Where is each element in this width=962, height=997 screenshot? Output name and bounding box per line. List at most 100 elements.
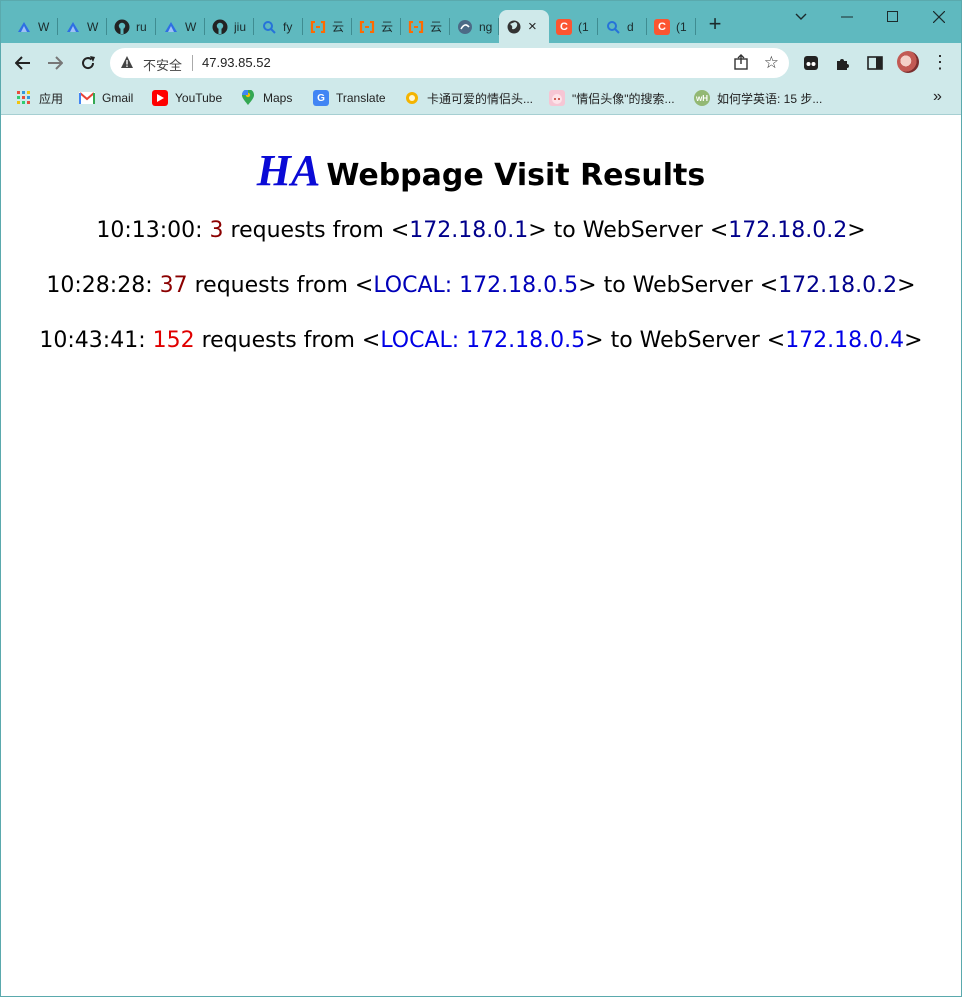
entry-time: 10:43:41: xyxy=(39,328,153,353)
back-arrow-icon[interactable] xyxy=(11,51,35,75)
extensions-puzzle-icon[interactable] xyxy=(833,53,853,73)
tab[interactable]: 云 xyxy=(401,10,450,43)
bookmark-label: Maps xyxy=(263,91,293,105)
reload-icon[interactable] xyxy=(76,51,100,75)
tab-title: ru xyxy=(136,19,147,34)
aliyun-icon xyxy=(408,19,424,35)
browser-toolbar: 不安全 47.93.85.52 ☆ ⋮ xyxy=(1,43,961,83)
share-icon[interactable] xyxy=(733,54,749,75)
entry-text: > xyxy=(897,273,916,298)
search-icon xyxy=(605,19,621,35)
tab-title: W xyxy=(87,19,99,34)
server-address: 172.18.0.4 xyxy=(785,328,905,353)
aliyun-icon xyxy=(359,19,375,35)
tab-title: (1 xyxy=(676,19,687,34)
visit-entry: 10:43:41: 152 requests from <LOCAL: 172.… xyxy=(1,328,961,353)
csdn-icon: C xyxy=(556,18,572,35)
server-address: 172.18.0.2 xyxy=(728,218,848,243)
tab-title: W xyxy=(38,19,50,34)
side-panel-icon[interactable] xyxy=(865,53,885,73)
entry-time: 10:28:28: xyxy=(46,273,160,298)
profile-avatar[interactable] xyxy=(897,51,919,73)
page-content: HA Webpage Visit Results 10:13:00: 3 requ… xyxy=(1,115,961,996)
minimize-icon[interactable] xyxy=(824,3,870,31)
tab[interactable]: d xyxy=(598,10,647,43)
bookmark-label: Gmail xyxy=(102,91,134,105)
translate-icon: G xyxy=(313,90,329,106)
bookmark-gmail[interactable]: Gmail xyxy=(79,89,133,107)
address-bar[interactable]: 不安全 47.93.85.52 ☆ xyxy=(110,48,789,78)
tab[interactable]: 云 xyxy=(352,10,401,43)
sun-icon xyxy=(404,90,420,106)
tab[interactable]: ru xyxy=(107,10,156,43)
tab[interactable]: W xyxy=(9,10,58,43)
gmail-icon xyxy=(79,90,95,106)
bookmark-label: Translate xyxy=(336,91,386,105)
warning-triangle-icon[interactable] xyxy=(120,55,134,74)
tab-separator xyxy=(695,18,696,35)
entry-text: requests from < xyxy=(223,218,410,243)
bookmark-apps[interactable]: 应用 xyxy=(16,89,63,107)
forward-arrow-icon[interactable] xyxy=(43,51,67,75)
tab-title: fy xyxy=(283,19,293,34)
browser-window: W W ru W jiu fy 云 云 云 ng × C (1 d C (1 +… xyxy=(0,0,962,997)
tab-title: 云 xyxy=(332,20,345,34)
ng-icon xyxy=(457,19,473,35)
page-title: HA Webpage Visit Results xyxy=(1,145,961,196)
youtube-icon xyxy=(152,90,168,106)
tab[interactable]: W xyxy=(58,10,107,43)
bookmark-maps[interactable]: Maps xyxy=(240,89,292,107)
github-icon xyxy=(114,19,130,35)
aliyun-icon xyxy=(310,19,326,35)
title-logo: HA xyxy=(256,146,321,195)
address-divider xyxy=(192,55,193,71)
entry-text: > to WebServer < xyxy=(528,218,729,243)
new-tab-button[interactable]: + xyxy=(704,13,726,37)
tab[interactable]: C (1 xyxy=(647,10,696,43)
entry-text: > to WebServer < xyxy=(585,328,786,353)
extension-tampermonkey-icon[interactable] xyxy=(801,53,821,73)
entry-time: 10:13:00: xyxy=(96,218,210,243)
triangle-logo-icon xyxy=(163,19,179,35)
bookmark-star-icon[interactable]: ☆ xyxy=(764,53,779,73)
tab[interactable]: W xyxy=(156,10,205,43)
bookmark-search[interactable]: "情侣头像"的搜索... xyxy=(549,89,675,107)
tab-title: ng xyxy=(479,19,493,34)
entry-text: > xyxy=(904,328,923,353)
tab-search-chevron-icon[interactable] xyxy=(778,3,824,31)
source-address: LOCAL: 172.18.0.5 xyxy=(373,273,579,298)
triangle-logo-icon xyxy=(65,19,81,35)
tab[interactable]: ng xyxy=(450,10,499,43)
bookmark-youtube[interactable]: YouTube xyxy=(152,89,222,107)
entry-text: > to WebServer < xyxy=(578,273,779,298)
source-address: 172.18.0.1 xyxy=(409,218,529,243)
tab-title: jiu xyxy=(234,19,247,34)
url-text[interactable]: 47.93.85.52 xyxy=(202,55,271,70)
tab[interactable]: fy xyxy=(254,10,303,43)
maximize-icon[interactable] xyxy=(870,3,916,31)
tab-strip: W W ru W jiu fy 云 云 云 ng × C (1 d C (1 + xyxy=(1,1,961,43)
tab[interactable]: jiu xyxy=(205,10,254,43)
bookmark-label: YouTube xyxy=(175,91,223,105)
globe-icon xyxy=(506,19,522,35)
bookmark-label: 应用 xyxy=(39,91,64,106)
tab[interactable]: 云 xyxy=(303,10,352,43)
tab[interactable]: C (1 xyxy=(549,10,598,43)
bookmark-wikihow[interactable]: wH 如何学英语: 15 步... xyxy=(694,89,822,107)
more-menu-icon[interactable]: ⋮ xyxy=(931,53,949,71)
security-status-label[interactable]: 不安全 xyxy=(143,55,182,74)
tab-list: W W ru W jiu fy 云 云 云 ng × C (1 d C (1 xyxy=(9,10,696,43)
bookmark-translate[interactable]: G Translate xyxy=(313,89,386,107)
maps-icon xyxy=(240,90,256,106)
close-tab-icon[interactable]: × xyxy=(528,18,537,35)
close-window-icon[interactable] xyxy=(916,3,962,31)
bookmark-label: 卡通可爱的情侣头... xyxy=(427,91,534,106)
bookmarks-bar: 应用 Gmail YouTube Maps G Translate 卡通可爱的情… xyxy=(1,83,961,115)
bookmark-label: "情侣头像"的搜索... xyxy=(572,91,675,106)
anime-icon xyxy=(549,90,565,106)
server-address: 172.18.0.2 xyxy=(778,273,898,298)
tab-active[interactable]: × xyxy=(499,10,549,43)
bookmarks-overflow-button[interactable]: » xyxy=(933,88,942,106)
bookmark-cartoon[interactable]: 卡通可爱的情侣头... xyxy=(404,89,533,107)
title-text: Webpage Visit Results xyxy=(326,158,706,193)
